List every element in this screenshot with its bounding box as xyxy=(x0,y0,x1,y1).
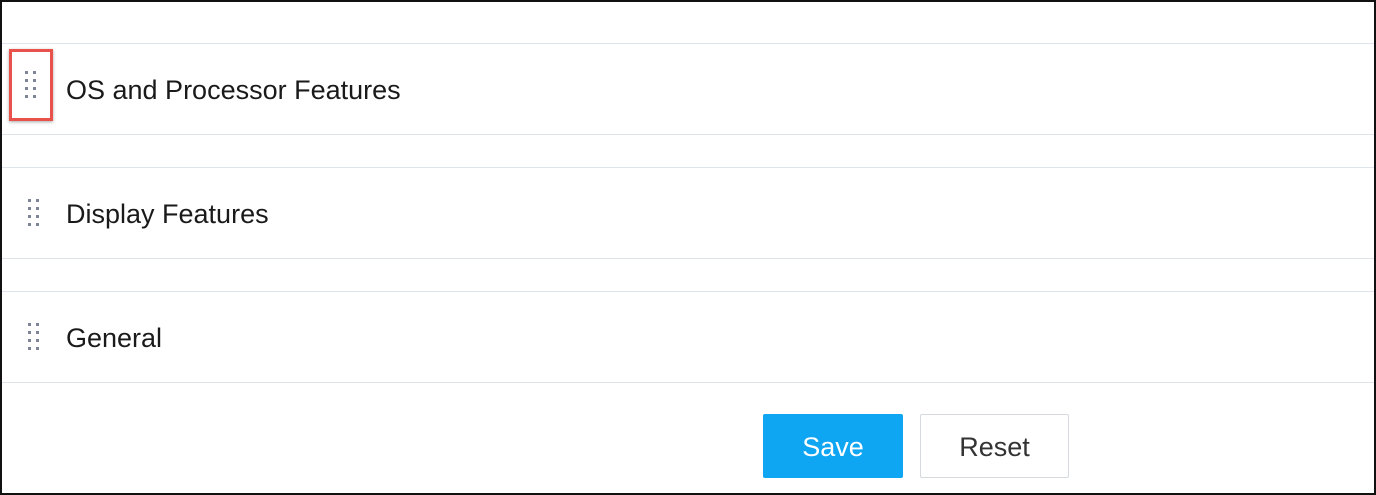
section-row-os-processor[interactable]: OS and Processor Features xyxy=(2,43,1374,135)
drag-handle-icon xyxy=(25,71,36,98)
drag-handle-icon xyxy=(28,199,39,226)
drag-handle-os-processor[interactable] xyxy=(9,49,53,121)
reset-button[interactable]: Reset xyxy=(920,414,1069,478)
section-label: Display Features xyxy=(66,199,269,229)
drag-handle-display[interactable] xyxy=(20,194,48,232)
section-label: General xyxy=(66,323,163,353)
section-row-display[interactable]: Display Features xyxy=(2,167,1374,259)
settings-panel: OS and Processor Features Display Featur… xyxy=(0,0,1376,495)
drag-handle-general[interactable] xyxy=(20,318,48,356)
section-row-general[interactable]: General xyxy=(2,291,1374,383)
save-button[interactable]: Save xyxy=(763,414,903,478)
section-label: OS and Processor Features xyxy=(66,75,401,105)
drag-handle-icon xyxy=(28,323,39,350)
